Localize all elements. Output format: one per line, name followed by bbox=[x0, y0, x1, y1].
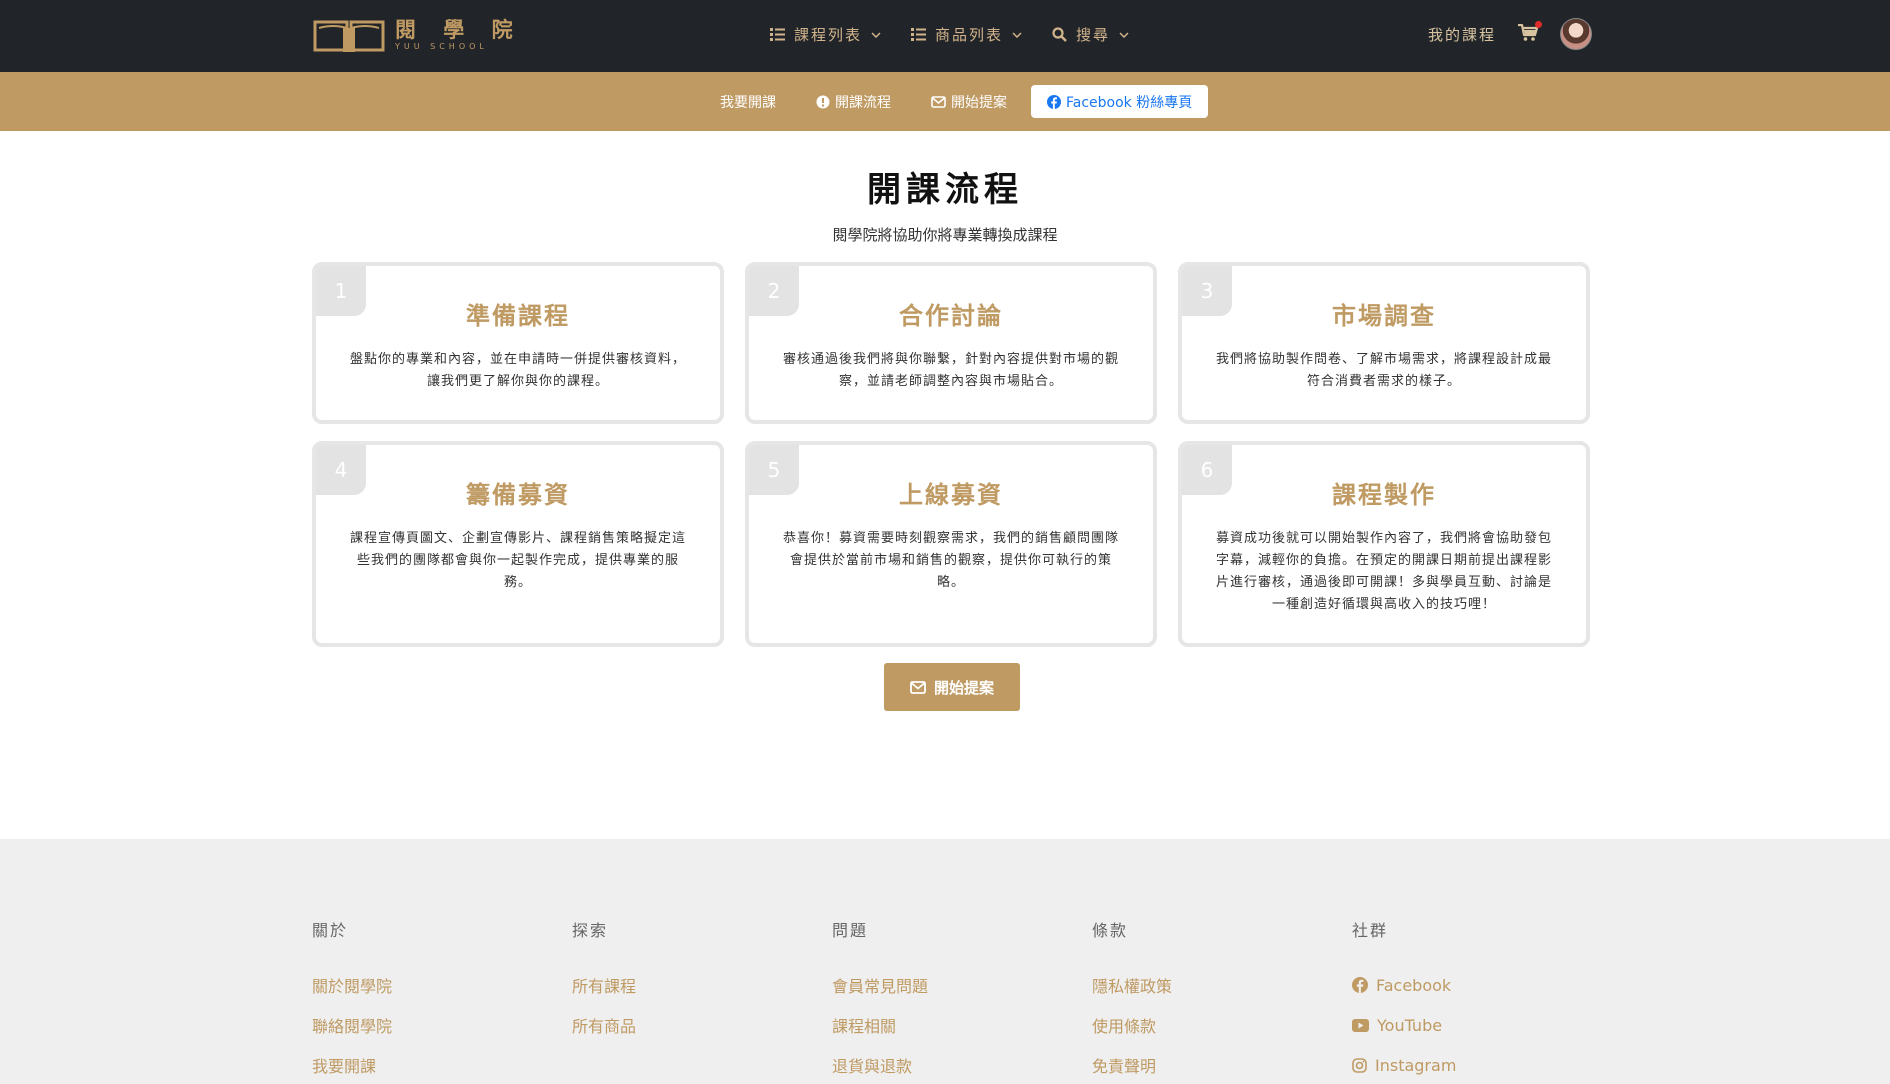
chevron-down-icon bbox=[1119, 31, 1129, 38]
step-number: 2 bbox=[749, 266, 799, 316]
step-number: 1 bbox=[316, 266, 366, 316]
footer-link[interactable]: 退貨與退款 bbox=[832, 1045, 928, 1084]
search-icon bbox=[1052, 27, 1067, 42]
step-card: 4 籌備募資 課程宣傳頁圖文、企劃宣傳影片、課程銷售策略擬定這些我們的團隊都會與… bbox=[312, 441, 724, 647]
step-title: 上線募資 bbox=[899, 481, 1003, 509]
main-nav: 課程列表 商品列表 搜尋 bbox=[770, 24, 1129, 45]
step-title: 市場調查 bbox=[1332, 302, 1436, 330]
step-description: 盤點你的專業和內容，並在申請時一併提供審核資料，讓我們更了解你與你的課程。 bbox=[350, 352, 687, 389]
facebook-fanpage-label: Facebook 粉絲專頁 bbox=[1066, 94, 1193, 111]
step-number: 5 bbox=[749, 445, 799, 495]
step-card: 6 課程製作 募資成功後就可以開始製作內容了，我們將會協助發包字幕，減輕你的負擔… bbox=[1178, 441, 1590, 647]
footer-link[interactable]: 使用條款 bbox=[1092, 1005, 1172, 1045]
book-logo-icon bbox=[313, 20, 385, 52]
step-description: 募資成功後就可以開始製作內容了，我們將會協助發包字幕，減輕你的負擔。在預定的開課… bbox=[1216, 531, 1553, 612]
footer-link[interactable]: 課程相關 bbox=[832, 1005, 928, 1045]
nav-search[interactable]: 搜尋 bbox=[1052, 24, 1129, 45]
facebook-icon bbox=[1352, 977, 1368, 993]
sub-nav-propose[interactable]: 開始提案 bbox=[911, 85, 1027, 118]
nav-product-list-label: 商品列表 bbox=[935, 26, 1004, 44]
step-description: 恭喜你！募資需要時刻觀察需求，我們的銷售顧問團隊會提供於當前市場和銷售的觀察，提… bbox=[783, 531, 1120, 590]
footer-youtube-link[interactable]: YouTube bbox=[1352, 1005, 1456, 1045]
brand-name-en: YUU SCHOOL bbox=[395, 42, 488, 51]
facebook-fanpage-button[interactable]: Facebook 粉絲專頁 bbox=[1031, 85, 1209, 118]
footer-column-terms: 條款 隱私權政策 使用條款 免責聲明 bbox=[1092, 917, 1172, 1084]
footer-link[interactable]: 我要開課 bbox=[312, 1045, 392, 1084]
nav-course-list-label: 課程列表 bbox=[794, 26, 863, 44]
facebook-icon bbox=[1047, 94, 1061, 109]
step-title: 準備課程 bbox=[466, 302, 570, 330]
process-steps: 1 準備課程 盤點你的專業和內容，並在申請時一併提供審核資料，讓我們更了解你與你… bbox=[312, 262, 1590, 647]
footer-heading: 問題 bbox=[832, 921, 869, 940]
user-area: 我的課程 bbox=[1428, 18, 1592, 50]
footer-heading: 社群 bbox=[1352, 921, 1389, 940]
footer-link[interactable]: 聯絡閱學院 bbox=[312, 1005, 392, 1045]
footer-link[interactable]: 會員常見問題 bbox=[832, 965, 928, 1005]
nav-course-list[interactable]: 課程列表 bbox=[770, 24, 881, 45]
footer-column-faq: 問題 會員常見問題 課程相關 退貨與退款 bbox=[832, 917, 928, 1084]
footer-link[interactable]: 所有商品 bbox=[572, 1005, 636, 1045]
footer-link[interactable]: 免責聲明 bbox=[1092, 1045, 1172, 1084]
step-description: 我們將協助製作問卷、了解市場需求，將課程設計成最符合消費者需求的樣子。 bbox=[1216, 352, 1553, 389]
sub-nav-process-label: 開課流程 bbox=[835, 94, 891, 111]
info-icon bbox=[816, 95, 830, 108]
chevron-down-icon bbox=[871, 31, 881, 38]
my-courses-link[interactable]: 我的課程 bbox=[1428, 24, 1496, 45]
step-card: 1 準備課程 盤點你的專業和內容，並在申請時一併提供審核資料，讓我們更了解你與你… bbox=[312, 262, 724, 424]
start-proposal-button[interactable]: 開始提案 bbox=[884, 663, 1020, 711]
footer-youtube-label: YouTube bbox=[1377, 1015, 1443, 1035]
chevron-down-icon bbox=[1012, 31, 1022, 38]
step-card: 5 上線募資 恭喜你！募資需要時刻觀察需求，我們的銷售顧問團隊會提供於當前市場和… bbox=[745, 441, 1157, 647]
footer-column-social: 社群 Facebook YouTube Instagram bbox=[1352, 917, 1456, 1084]
instagram-icon bbox=[1352, 1057, 1367, 1073]
footer-facebook-label: Facebook bbox=[1376, 975, 1452, 995]
site-footer: 關於 關於閱學院 聯絡閱學院 我要開課 探索 所有課程 所有商品 問題 會員常見… bbox=[0, 839, 1890, 1084]
footer-link[interactable]: 關於閱學院 bbox=[312, 965, 392, 1005]
list-icon bbox=[770, 28, 785, 41]
step-description: 審核通過後我們將與你聯繫，針對內容提供對市場的觀察，並請老師調整內容與市場貼合。 bbox=[783, 352, 1120, 389]
step-number: 4 bbox=[316, 445, 366, 495]
envelope-icon bbox=[931, 95, 946, 108]
step-card: 3 市場調查 我們將協助製作問卷、了解市場需求，將課程設計成最符合消費者需求的樣… bbox=[1178, 262, 1590, 424]
user-avatar[interactable] bbox=[1560, 18, 1592, 50]
top-navbar: 閱 學 院 YUU SCHOOL 課程列表 商品列表 搜尋 我的課程 bbox=[0, 0, 1890, 72]
sub-nav-process[interactable]: 開課流程 bbox=[796, 85, 911, 118]
nav-search-label: 搜尋 bbox=[1076, 26, 1111, 44]
youtube-icon bbox=[1352, 1018, 1369, 1032]
footer-instagram-label: Instagram bbox=[1375, 1055, 1457, 1075]
cart-button[interactable] bbox=[1518, 21, 1542, 44]
footer-instagram-link[interactable]: Instagram bbox=[1352, 1045, 1456, 1084]
sub-nav-teach-label: 我要開課 bbox=[720, 94, 776, 111]
start-proposal-label: 開始提案 bbox=[933, 678, 994, 697]
footer-column-explore: 探索 所有課程 所有商品 bbox=[572, 917, 636, 1045]
brand-name-cn: 閱 學 院 bbox=[395, 18, 523, 42]
brand-logo[interactable]: 閱 學 院 YUU SCHOOL bbox=[313, 16, 523, 54]
footer-link[interactable]: 隱私權政策 bbox=[1092, 965, 1172, 1005]
sub-nav-propose-label: 開始提案 bbox=[951, 94, 1007, 111]
sub-navbar: 我要開課 開課流程 開始提案 Facebook 粉絲專頁 bbox=[0, 72, 1890, 131]
step-card: 2 合作討論 審核通過後我們將與你聯繫，針對內容提供對市場的觀察，並請老師調整內… bbox=[745, 262, 1157, 424]
list-icon bbox=[911, 28, 927, 41]
footer-link[interactable]: 所有課程 bbox=[572, 965, 636, 1005]
sub-nav-teach[interactable]: 我要開課 bbox=[700, 85, 796, 118]
footer-facebook-link[interactable]: Facebook bbox=[1352, 965, 1456, 1005]
step-number: 6 bbox=[1182, 445, 1232, 495]
footer-heading: 探索 bbox=[572, 921, 609, 940]
step-title: 課程製作 bbox=[1332, 481, 1436, 509]
page-subtitle: 閱學院將協助你將專業轉換成課程 bbox=[832, 226, 1058, 244]
page-title: 開課流程 bbox=[867, 170, 1023, 210]
footer-column-about: 關於 關於閱學院 聯絡閱學院 我要開課 bbox=[312, 917, 392, 1084]
footer-heading: 關於 bbox=[312, 921, 349, 940]
cart-notification-dot bbox=[1535, 21, 1542, 28]
step-description: 課程宣傳頁圖文、企劃宣傳影片、課程銷售策略擬定這些我們的團隊都會與你一起製作完成… bbox=[350, 531, 687, 590]
envelope-icon bbox=[910, 680, 926, 694]
step-title: 籌備募資 bbox=[466, 481, 570, 509]
sub-nav: 我要開課 開課流程 開始提案 Facebook 粉絲專頁 bbox=[700, 85, 1209, 118]
footer-heading: 條款 bbox=[1092, 921, 1129, 940]
step-title: 合作討論 bbox=[899, 302, 1003, 330]
nav-product-list[interactable]: 商品列表 bbox=[911, 24, 1022, 45]
step-number: 3 bbox=[1182, 266, 1232, 316]
